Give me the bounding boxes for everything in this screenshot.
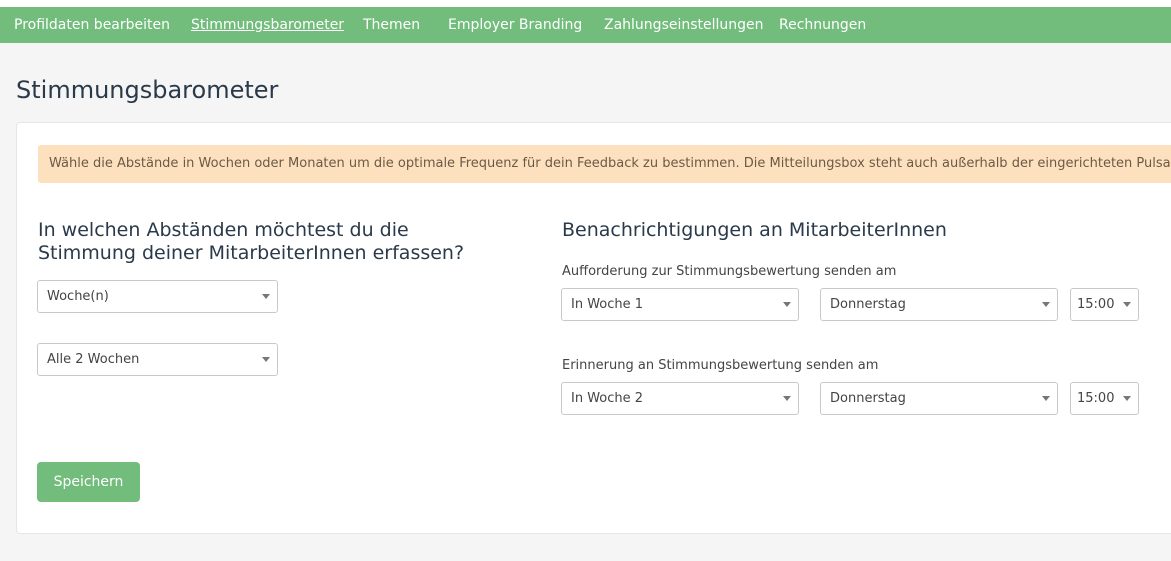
settings-card: Wähle die Abstände in Wochen oder Monate… bbox=[16, 122, 1171, 534]
tab-employer-branding[interactable]: Employer Branding bbox=[448, 17, 582, 33]
frequency-section-title: In welchen Abständen möchtest du die Sti… bbox=[38, 219, 465, 264]
chevron-down-icon bbox=[783, 396, 791, 401]
reminder-day-value: Donnerstag bbox=[830, 391, 906, 406]
chevron-down-icon bbox=[1123, 396, 1131, 401]
tab-themen[interactable]: Themen bbox=[363, 17, 420, 33]
chevron-down-icon bbox=[1123, 302, 1131, 307]
settings-tab-bar: Profildaten bearbeiten Stimmungsbaromete… bbox=[0, 7, 1171, 43]
request-time-select[interactable]: 15:00 bbox=[1070, 288, 1139, 321]
frequency-unit-value: Woche(n) bbox=[47, 289, 109, 304]
frequency-interval-value: Alle 2 Wochen bbox=[47, 352, 140, 367]
info-banner: Wähle die Abstände in Wochen oder Monate… bbox=[38, 145, 1171, 183]
request-time-value: 15:00 bbox=[1077, 297, 1115, 312]
chevron-down-icon bbox=[262, 357, 270, 362]
tab-rechnungen[interactable]: Rechnungen bbox=[779, 17, 866, 33]
notifications-section-title: Benachrichtigungen an MitarbeiterInnen bbox=[562, 219, 947, 241]
request-label: Aufforderung zur Stimmungsbewertung send… bbox=[562, 264, 897, 279]
tab-profildaten-bearbeiten[interactable]: Profildaten bearbeiten bbox=[14, 17, 170, 33]
chevron-down-icon bbox=[1042, 396, 1050, 401]
request-day-value: Donnerstag bbox=[830, 297, 906, 312]
reminder-time-select[interactable]: 15:00 bbox=[1070, 382, 1139, 415]
request-week-select[interactable]: In Woche 1 bbox=[561, 288, 799, 321]
page-title: Stimmungsbarometer bbox=[16, 76, 279, 104]
tab-zahlungseinstellungen[interactable]: Zahlungseinstellungen bbox=[604, 17, 764, 33]
reminder-label: Erinnerung an Stimmungsbewertung senden … bbox=[562, 358, 879, 373]
reminder-week-select[interactable]: In Woche 2 bbox=[561, 382, 799, 415]
frequency-interval-select[interactable]: Alle 2 Wochen bbox=[37, 343, 278, 376]
chevron-down-icon bbox=[783, 302, 791, 307]
reminder-week-value: In Woche 2 bbox=[571, 391, 644, 406]
top-strip bbox=[0, 0, 1171, 7]
chevron-down-icon bbox=[262, 294, 270, 299]
info-banner-text: Wähle die Abstände in Wochen oder Monate… bbox=[49, 156, 1171, 171]
request-day-select[interactable]: Donnerstag bbox=[820, 288, 1058, 321]
reminder-time-value: 15:00 bbox=[1077, 391, 1115, 406]
tab-stimmungsbarometer[interactable]: Stimmungsbarometer bbox=[191, 17, 344, 33]
frequency-unit-select[interactable]: Woche(n) bbox=[37, 280, 278, 313]
chevron-down-icon bbox=[1042, 302, 1050, 307]
reminder-day-select[interactable]: Donnerstag bbox=[820, 382, 1058, 415]
request-week-value: In Woche 1 bbox=[571, 297, 644, 312]
save-button[interactable]: Speichern bbox=[37, 462, 140, 502]
